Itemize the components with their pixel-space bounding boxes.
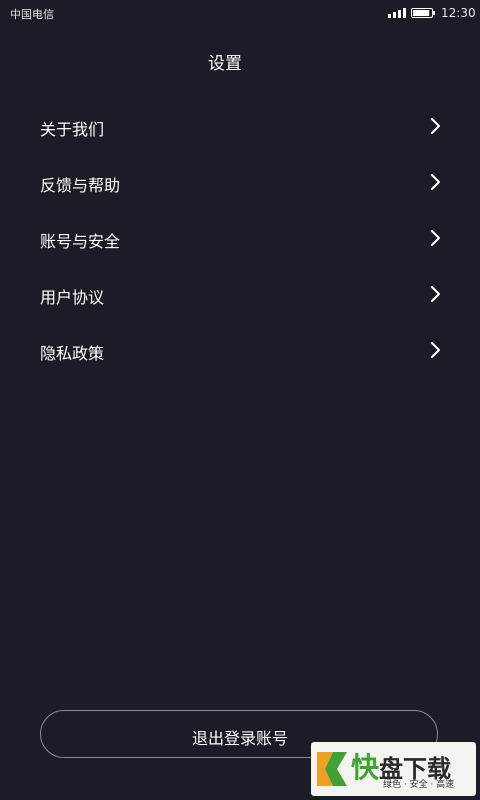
watermark-badge: 快盘下载 绿色 · 安全 · 高速 [311, 742, 476, 796]
signal-strength-icon [388, 8, 406, 18]
watermark-title-accent: 快 [351, 751, 380, 784]
chevron-right-icon [431, 286, 440, 302]
chevron-right-icon [431, 118, 440, 134]
settings-item-privacy-policy[interactable]: 隐私政策 [0, 322, 480, 378]
battery-icon [411, 8, 435, 18]
settings-item-feedback-help[interactable]: 反馈与帮助 [0, 154, 480, 210]
settings-item-label: 关于我们 [40, 120, 105, 139]
page-title: 设置 [208, 54, 242, 74]
watermark-slogan: 绿色 · 安全 · 高速 [383, 780, 455, 790]
chevron-right-icon [431, 174, 440, 190]
status-time: 12:30 [441, 6, 476, 20]
settings-item-label: 账号与安全 [40, 232, 121, 251]
settings-item-label: 隐私政策 [40, 344, 105, 363]
settings-item-user-agreement[interactable]: 用户协议 [0, 266, 480, 322]
settings-item-label: 用户协议 [40, 288, 105, 307]
settings-item-account-security[interactable]: 账号与安全 [0, 210, 480, 266]
status-bar: 中国电信 12:30 [0, 0, 480, 26]
settings-screen: 中国电信 12:30 设置 关于我们 反馈与帮助 账号与安全 用户协议 隐私政策… [0, 0, 480, 800]
settings-item-label: 反馈与帮助 [40, 176, 121, 195]
watermark-logo-icon [317, 752, 347, 786]
chevron-right-icon [431, 230, 440, 246]
carrier-name: 中国电信 [10, 8, 54, 21]
settings-item-about-us[interactable]: 关于我们 [0, 98, 480, 154]
chevron-right-icon [431, 342, 440, 358]
settings-list: 关于我们 反馈与帮助 账号与安全 用户协议 隐私政策 [0, 98, 480, 378]
